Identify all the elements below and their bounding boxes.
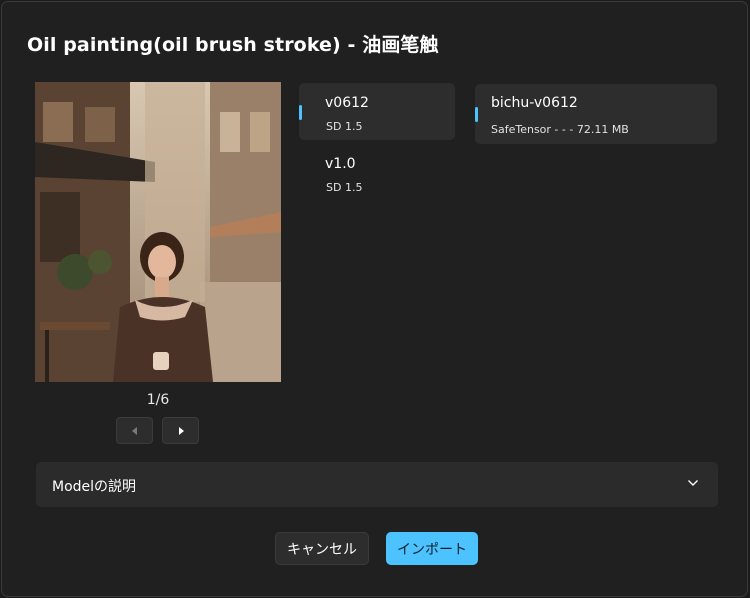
prev-image-button[interactable]: [116, 417, 153, 444]
version-name: v0612: [325, 95, 369, 111]
file-meta: SafeTensor - - - 72.11 MB: [491, 123, 629, 136]
version-item-v0612[interactable]: v0612 SD 1.5: [299, 83, 455, 140]
preview-image: [35, 82, 281, 382]
selection-indicator: [475, 107, 478, 122]
version-base-model: SD 1.5: [326, 120, 363, 133]
file-name: bichu-v0612: [491, 95, 578, 111]
next-image-button[interactable]: [162, 417, 199, 444]
caret-right-icon: [178, 426, 184, 435]
caret-left-icon: [131, 426, 137, 435]
model-file-item[interactable]: bichu-v0612 SafeTensor - - - 72.11 MB: [475, 84, 717, 144]
selection-indicator: [299, 105, 302, 120]
model-description-expander[interactable]: Modelの説明: [36, 462, 718, 507]
version-base-model: SD 1.5: [326, 181, 363, 194]
import-model-dialog: Oil painting(oil brush stroke) - 油画笔触 1/…: [1, 1, 748, 597]
dialog-title: Oil painting(oil brush stroke) - 油画笔触: [27, 34, 439, 56]
import-button[interactable]: インポート: [386, 532, 478, 565]
expander-label: Modelの説明: [52, 479, 137, 495]
version-name: v1.0: [325, 156, 356, 172]
chevron-down-icon: [688, 480, 698, 486]
version-item-v1-0[interactable]: v1.0 SD 1.5: [299, 144, 455, 201]
image-counter: 1/6: [146, 392, 170, 408]
cancel-button[interactable]: キャンセル: [275, 532, 369, 565]
